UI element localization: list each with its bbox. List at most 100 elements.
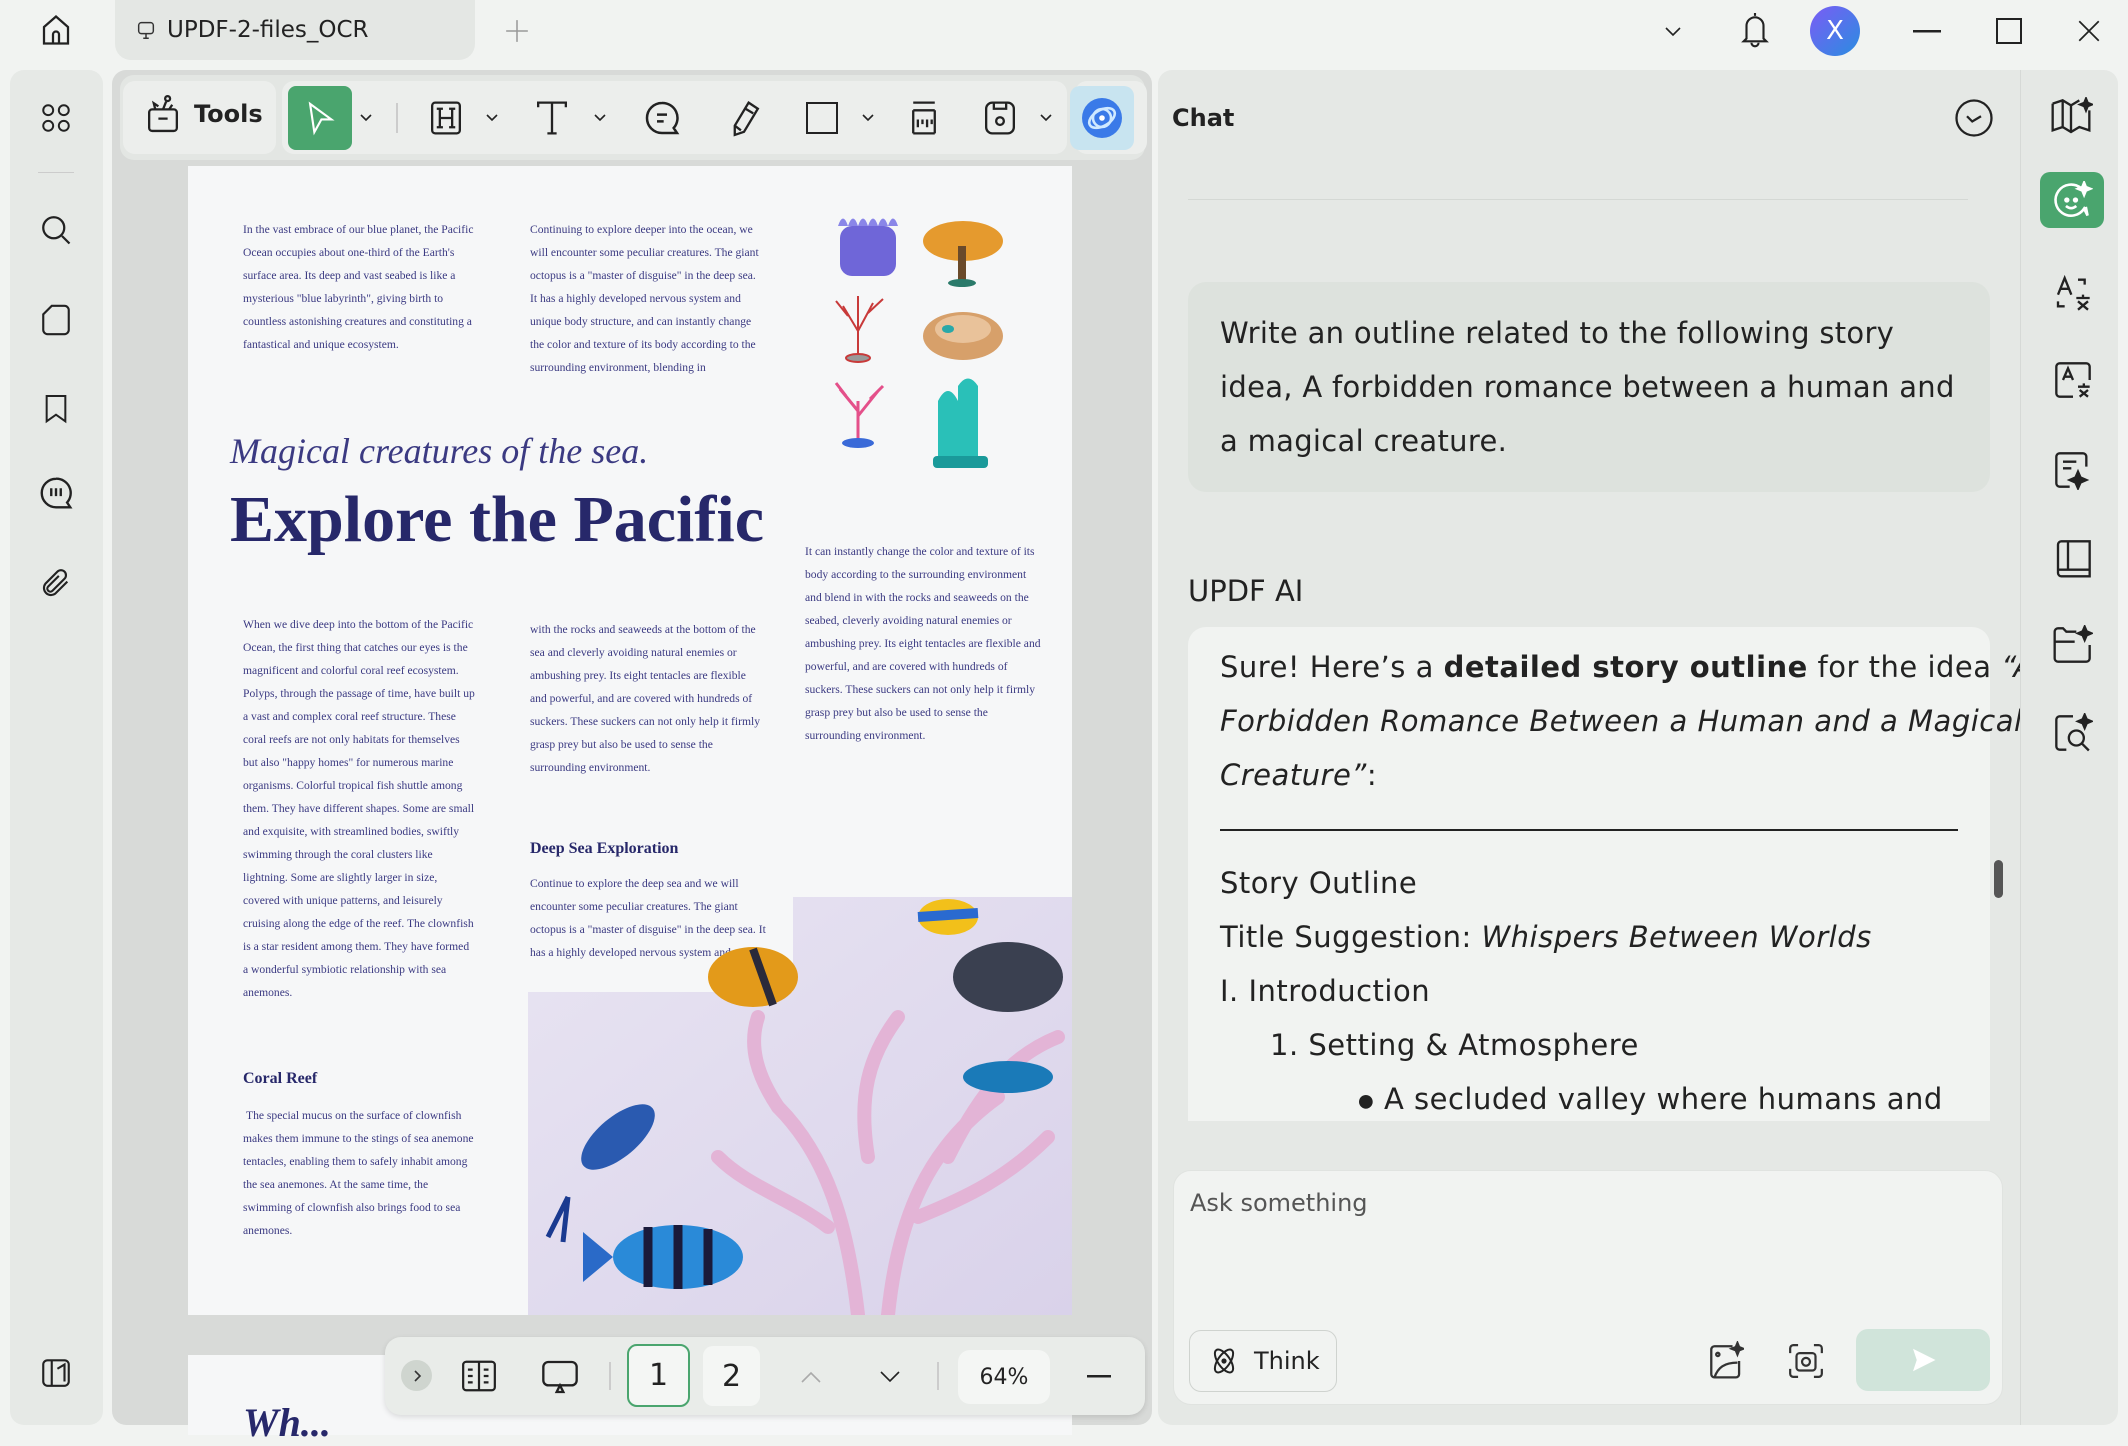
fish-coral-photo [528,897,1072,1315]
page-2-heading-peek: Wh... [243,1400,331,1445]
tools-label: Tools [194,100,263,128]
sidebar-divider [38,172,74,173]
highlight-dropdown-icon[interactable] [482,108,502,128]
previous-page-icon[interactable] [796,1362,826,1392]
ai-text: A secluded valley where humans and [1383,1082,1943,1116]
chat-scrollbar[interactable] [1994,860,2003,898]
think-label: Think [1254,1347,1320,1375]
send-button[interactable] [1856,1329,1990,1391]
translate-document-icon[interactable] [2050,357,2096,403]
bell-icon[interactable] [1735,8,1775,52]
comments-icon[interactable] [34,472,78,514]
outline-bullet-1: ● A secluded valley where humans and [1358,1082,1943,1120]
coral-reef-heading: Coral Reef [243,1070,318,1087]
purple-anemone-image [838,218,898,276]
page-2-button[interactable]: 2 [703,1346,760,1406]
subtitle: Magical creatures of the sea. [230,431,649,471]
pencil-tool-icon[interactable] [722,96,766,140]
text-dropdown-icon[interactable] [590,108,610,128]
translate-icon[interactable] [2050,270,2096,316]
fish-yellow [708,947,798,1007]
chat-input-placeholder[interactable]: Ask something [1190,1189,1368,1217]
presentation-icon[interactable] [538,1356,582,1398]
stamp-dropdown-icon[interactable] [1036,108,1056,128]
home-icon[interactable] [36,10,76,50]
shape-dropdown-icon[interactable] [858,108,878,128]
zoom-out-icon[interactable] [1084,1362,1114,1392]
close-icon[interactable] [2072,14,2106,48]
pufferfish [953,942,1063,1012]
two-page-view-icon[interactable] [458,1356,500,1396]
next-page-icon[interactable] [875,1362,905,1392]
screenshot-icon[interactable] [1784,1338,1828,1384]
octopus-paragraph-col3: It can instantly change the color and te… [805,545,1041,742]
ai-intro-line-2: Forbidden Romance Between a Human and a … [1220,704,2023,738]
ai-text: Title Suggestion: [1220,920,1482,954]
pink-coral-image [834,382,885,448]
ai-intro-line-3: Creature”: [1220,758,1377,792]
select-tool-button[interactable] [288,86,352,150]
highlight-tool-icon[interactable] [424,96,468,140]
pdf-page-1[interactable]: In the vast embrace of our blue planet, … [188,166,1072,1315]
ai-text: Sure! Here’s a [1220,650,1444,684]
updf-ai-icon[interactable] [1070,86,1134,150]
title-suggestion: Title Suggestion: Whispers Between World… [1220,920,1872,954]
outline-heading: Story Outline [1220,866,1418,900]
bookmark-icon[interactable] [36,388,76,428]
ai-text: for the idea [1807,650,2002,684]
search-icon[interactable] [36,210,76,250]
minimize-icon[interactable] [1910,14,1944,48]
red-coral-image [835,296,884,363]
outline-subsection-1: 1. Setting & Atmosphere [1270,1028,1639,1062]
attachment-icon[interactable] [36,563,76,603]
summarize-icon[interactable] [2050,447,2096,493]
avatar[interactable]: X [1810,6,1860,56]
coral-reef-text: The special mucus on the surface of clow… [243,1109,474,1237]
ai-reader-book-icon[interactable] [2050,535,2096,581]
octopus-paragraph-col2: with the rocks and seaweeds at the botto… [530,623,760,774]
teal-coral-image [933,378,988,468]
document-tab[interactable]: UPDF-2-files_OCR [115,0,475,60]
title: Explore the Pacific [230,483,764,556]
zoom-level[interactable]: 64% [958,1350,1050,1404]
chevron-down-icon[interactable] [1656,14,1690,48]
ai-book-icon[interactable] [2048,95,2094,139]
outline-section-1: I. Introduction [1220,974,1431,1008]
maximize-icon[interactable] [1992,14,2026,48]
think-button[interactable]: Think [1189,1330,1337,1392]
ai-chat-icon[interactable] [2040,172,2104,228]
ai-folder-icon[interactable] [2050,622,2096,668]
ai-search-icon[interactable] [2050,710,2096,756]
stamp-tool-icon[interactable] [978,96,1022,140]
ai-text-italic: Forbidden Romance Between a Human and a … [1220,704,2023,738]
atom-icon [1208,1344,1240,1378]
page-1-button[interactable]: 1 [627,1344,690,1407]
sidebar-toggle-icon[interactable] [36,1353,76,1393]
measure-tool-icon[interactable] [902,96,946,140]
add-tab-icon[interactable] [500,14,534,48]
select-dropdown-icon[interactable] [356,108,376,128]
ai-intro-line-1: Sure! Here’s a detailed story outline fo… [1220,650,2034,684]
tools-icon [144,94,182,134]
left-sidebar [10,70,103,1425]
coral-reef-paragraph: When we dive deep into the bottom of the… [243,618,475,999]
apps-grid-icon[interactable] [36,98,76,138]
shape-tool-icon[interactable] [800,96,844,140]
deep-sea-heading: Deep Sea Exploration [530,840,679,857]
bullet-icon: ● [1358,1090,1375,1112]
orange-coral-image [923,221,1003,287]
expand-nav-icon[interactable] [401,1360,432,1391]
ai-image-icon[interactable] [1704,1338,1748,1384]
ai-text-bold: detailed story outline [1443,650,1808,684]
ai-response-divider [1220,829,1958,831]
fish-green [963,1061,1053,1093]
ai-text: : [1366,758,1378,792]
comment-tool-icon[interactable] [640,96,684,140]
tools-button[interactable]: Tools [144,94,263,134]
ai-text-italic: Creature” [1220,758,1367,792]
text-tool-icon[interactable] [530,96,574,140]
fish-blue-yellow [917,899,979,935]
pages-icon[interactable] [36,300,76,340]
tab-title: UPDF-2-files_OCR [167,17,369,43]
history-icon[interactable] [1952,96,1996,140]
